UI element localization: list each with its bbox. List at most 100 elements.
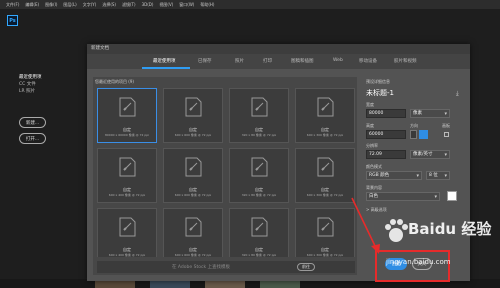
- sidebar-item-cc-files[interactable]: CC 文件: [19, 81, 79, 88]
- menu-item[interactable]: 编辑(E): [25, 2, 39, 8]
- dialog-title: 新建文档: [87, 44, 470, 54]
- document-preset-icon: [317, 157, 334, 177]
- menu-item[interactable]: 窗口(W): [179, 2, 194, 8]
- menu-item[interactable]: 帮助(H): [200, 2, 214, 8]
- width-unit-select[interactable]: 像素: [410, 109, 450, 118]
- stock-search-bar[interactable]: 在 Adobe Stock 上查找模板 前往: [97, 261, 355, 273]
- menu-item[interactable]: 视图(V): [159, 2, 173, 8]
- active-tab-indicator: [142, 67, 190, 69]
- document-preset-icon: [185, 97, 202, 117]
- presets-panel: 您最近使用的项目 (9) 自定 80000 x 60000 像素 @ 72 ppi…: [93, 77, 357, 275]
- preset-size: 600 x 300 像素 @ 72 ppi: [306, 133, 344, 137]
- preset-card[interactable]: 自定 320 x 80 像素 @ 72 ppi: [229, 88, 289, 143]
- document-preset-icon: [251, 157, 268, 177]
- preset-size: 320 x 80 像素 @ 72 ppi: [241, 133, 277, 137]
- color-mode-label: 颜色模式: [366, 164, 382, 169]
- menu-item[interactable]: 文件(F): [6, 2, 19, 8]
- tab-web[interactable]: Web: [333, 58, 343, 63]
- tab-recent[interactable]: 最近使用项: [153, 58, 176, 64]
- color-mode-select[interactable]: RGB 颜色: [366, 171, 422, 180]
- document-preset-icon: [119, 157, 136, 177]
- recent-thumbnail[interactable]: [95, 281, 135, 288]
- preset-size: 600 x 600 像素 @ 72 ppi: [174, 253, 212, 257]
- preset-size: 320 x 80 像素 @ 72 ppi: [241, 193, 277, 197]
- document-preset-icon: [119, 217, 136, 237]
- background-color-swatch[interactable]: [447, 191, 457, 201]
- sidebar-item-lr-photos[interactable]: LR 照片: [19, 88, 79, 95]
- resolution-label: 分辨率: [366, 143, 378, 148]
- menu-item[interactable]: 图像(I): [45, 2, 57, 8]
- recent-thumbnail[interactable]: [205, 281, 245, 288]
- document-preset-icon: [185, 217, 202, 237]
- height-label: 高度: [366, 123, 374, 128]
- new-button[interactable]: 新建...: [19, 117, 46, 128]
- document-preset-icon: [185, 157, 202, 177]
- recent-thumbnail[interactable]: [150, 281, 190, 288]
- preset-card[interactable]: 自定 600 x 600 像素 @ 72 ppi: [163, 88, 223, 143]
- preset-card[interactable]: 自定 600 x 300 像素 @ 72 ppi: [295, 148, 355, 203]
- preset-card[interactable]: 自定 320 x 80 像素 @ 72 ppi: [229, 208, 289, 257]
- sidebar-item-recent[interactable]: 最近使用项: [19, 74, 79, 81]
- document-preset-icon: [317, 97, 334, 117]
- menu-item[interactable]: 选择(S): [102, 2, 116, 8]
- save-preset-icon[interactable]: ⤓: [456, 90, 459, 98]
- preset-card[interactable]: 自定 600 x 600 像素 @ 72 ppi: [163, 208, 223, 257]
- start-sidebar: 最近使用项 CC 文件 LR 照片: [19, 74, 79, 95]
- preset-card[interactable]: 自定 600 x 400 像素 @ 72 ppi: [97, 148, 157, 203]
- watermark-logo-text: Baidu 经验: [408, 220, 492, 238]
- paw-logo-icon: [385, 219, 408, 242]
- document-preset-icon: [119, 97, 136, 117]
- open-button[interactable]: 打开...: [19, 133, 46, 144]
- photoshop-logo: Ps: [7, 15, 18, 26]
- orientation-label: 方向: [410, 123, 418, 128]
- artboard-label: 画板: [442, 123, 450, 128]
- tab-mobile[interactable]: 移动设备: [359, 58, 377, 64]
- width-label: 宽度: [366, 102, 374, 107]
- tab-film-video[interactable]: 胶片和视频: [394, 58, 417, 64]
- document-name[interactable]: 未标题-1: [366, 88, 394, 98]
- stock-search-placeholder: 在 Adobe Stock 上查找模板: [172, 265, 230, 270]
- artboard-checkbox[interactable]: [444, 132, 449, 137]
- tab-art-illustration[interactable]: 图稿和插图: [291, 58, 314, 64]
- menu-item[interactable]: 滤镜(T): [122, 2, 136, 8]
- width-field[interactable]: 80000: [366, 109, 406, 118]
- preset-size: 600 x 600 像素 @ 72 ppi: [174, 193, 212, 197]
- resolution-field[interactable]: 72.09: [366, 150, 406, 159]
- preset-card[interactable]: 自定 600 x 400 像素 @ 72 ppi: [97, 208, 157, 257]
- height-field[interactable]: 60000: [366, 130, 406, 139]
- advanced-options-toggle[interactable]: > 高级选项: [366, 207, 387, 213]
- menu-item[interactable]: 图层(L): [63, 2, 76, 8]
- portrait-icon[interactable]: [410, 130, 417, 139]
- menubar: 文件(F) 编辑(E) 图像(I) 图层(L) 文字(Y) 选择(S) 滤镜(T) 3D(D)…: [0, 0, 500, 9]
- preset-size: 80000 x 60000 像素 @ 72 ppi: [104, 133, 150, 137]
- background-label: 背景内容: [366, 185, 382, 190]
- background-select[interactable]: 白色: [366, 192, 440, 201]
- preset-size: 600 x 400 像素 @ 72 ppi: [108, 253, 146, 257]
- preset-size: 600 x 400 像素 @ 72 ppi: [108, 193, 146, 197]
- landscape-icon[interactable]: [419, 130, 428, 139]
- preset-size: 320 x 80 像素 @ 72 ppi: [241, 253, 277, 257]
- baidu-watermark: Baidu 经验 jingyan.baidu.com: [382, 214, 491, 269]
- tab-photo[interactable]: 照片: [235, 58, 244, 64]
- preset-card[interactable]: 自定 80000 x 60000 像素 @ 72 ppi: [97, 88, 157, 143]
- details-heading: 预设详细信息: [366, 79, 390, 84]
- recent-thumbnail[interactable]: [260, 281, 300, 288]
- tab-saved[interactable]: 已保存: [198, 58, 212, 64]
- go-button[interactable]: 前往: [297, 263, 315, 271]
- menu-item[interactable]: 文字(Y): [83, 2, 97, 8]
- bit-depth-select[interactable]: 8 位: [426, 171, 450, 180]
- preset-size: 600 x 300 像素 @ 72 ppi: [306, 193, 344, 197]
- preset-card[interactable]: 自定 600 x 300 像素 @ 72 ppi: [295, 88, 355, 143]
- preset-card[interactable]: 自定 600 x 300 像素 @ 72 ppi: [295, 208, 355, 257]
- document-preset-icon: [317, 217, 334, 237]
- section-header: 您最近使用的项目 (9): [95, 79, 134, 84]
- preset-grid: 自定 80000 x 60000 像素 @ 72 ppi 自定 600 x 600 像…: [97, 88, 355, 257]
- menu-item[interactable]: 3D(D): [142, 2, 154, 7]
- preset-size: 600 x 600 像素 @ 72 ppi: [174, 133, 212, 137]
- tab-print[interactable]: 打印: [263, 58, 272, 64]
- preset-card[interactable]: 自定 320 x 80 像素 @ 72 ppi: [229, 148, 289, 203]
- preset-size: 600 x 300 像素 @ 72 ppi: [306, 253, 344, 257]
- document-preset-icon: [251, 97, 268, 117]
- preset-card[interactable]: 自定 600 x 600 像素 @ 72 ppi: [163, 148, 223, 203]
- resolution-unit-select[interactable]: 像素/英寸: [410, 150, 450, 159]
